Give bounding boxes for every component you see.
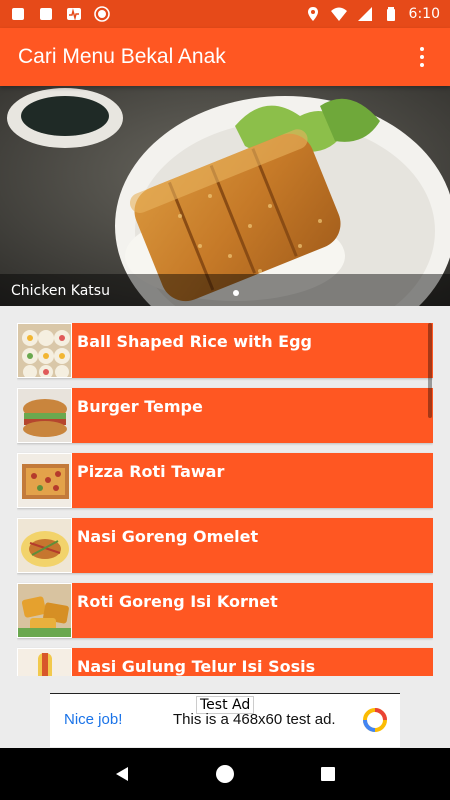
more-vert-icon[interactable] [412,37,432,77]
list-item-label: Nasi Gulung Telur Isi Sosis [77,657,316,676]
pulse-icon [67,8,81,21]
list-item[interactable]: Burger Tempe [17,388,433,443]
location-icon [307,7,318,21]
back-icon[interactable] [110,762,134,786]
list-item-label: Nasi Goreng Omelet [77,527,259,546]
banner-slider[interactable]: Chicken Katsu [0,86,450,306]
battery-icon [386,7,395,21]
app-bar: Cari Menu Bekal Anak [0,28,450,86]
thumbnail-image [17,453,72,508]
list-item[interactable]: Nasi Goreng Omelet [17,518,433,573]
list-item[interactable]: Roti Goreng Isi Kornet [17,583,433,638]
menu-list[interactable]: Ball Shaped Rice with Egg Burger Tempe P… [17,323,433,676]
list-item-label: Burger Tempe [77,397,203,416]
thumbnail-image [17,323,72,378]
thumbnail-image [17,518,72,573]
navigation-bar [0,748,450,800]
list-item-label: Pizza Roti Tawar [77,462,225,481]
thumbnail-image [17,388,72,443]
status-bar: 6:10 [0,0,450,28]
square-icon [40,8,52,20]
signal-icon [357,7,372,21]
list-scrollbar[interactable] [428,323,432,418]
list-item-label: Roti Goreng Isi Kornet [77,592,278,611]
square-icon [12,8,24,20]
list-item[interactable]: Ball Shaped Rice with Egg [17,323,433,378]
ad-body-text[interactable]: This is a 468x60 test ad. [173,711,336,728]
list-item[interactable]: Pizza Roti Tawar [17,453,433,508]
recents-icon[interactable] [316,762,340,786]
home-icon[interactable] [213,762,237,786]
list-item[interactable]: Nasi Gulung Telur Isi Sosis [17,648,433,676]
thumbnail-image [17,583,72,638]
app-title: Cari Menu Bekal Anak [18,45,226,68]
status-time: 6:10 [408,6,440,22]
slide-indicator-dot [233,290,239,296]
record-icon [94,6,110,22]
ad-nice-text[interactable]: Nice job! [64,711,122,728]
wifi-icon [330,7,347,21]
banner-image [0,86,450,306]
ad-logo-icon [363,708,387,732]
list-item-label: Ball Shaped Rice with Egg [77,332,312,351]
thumbnail-image [17,648,72,676]
banner-caption: Chicken Katsu [11,283,110,299]
